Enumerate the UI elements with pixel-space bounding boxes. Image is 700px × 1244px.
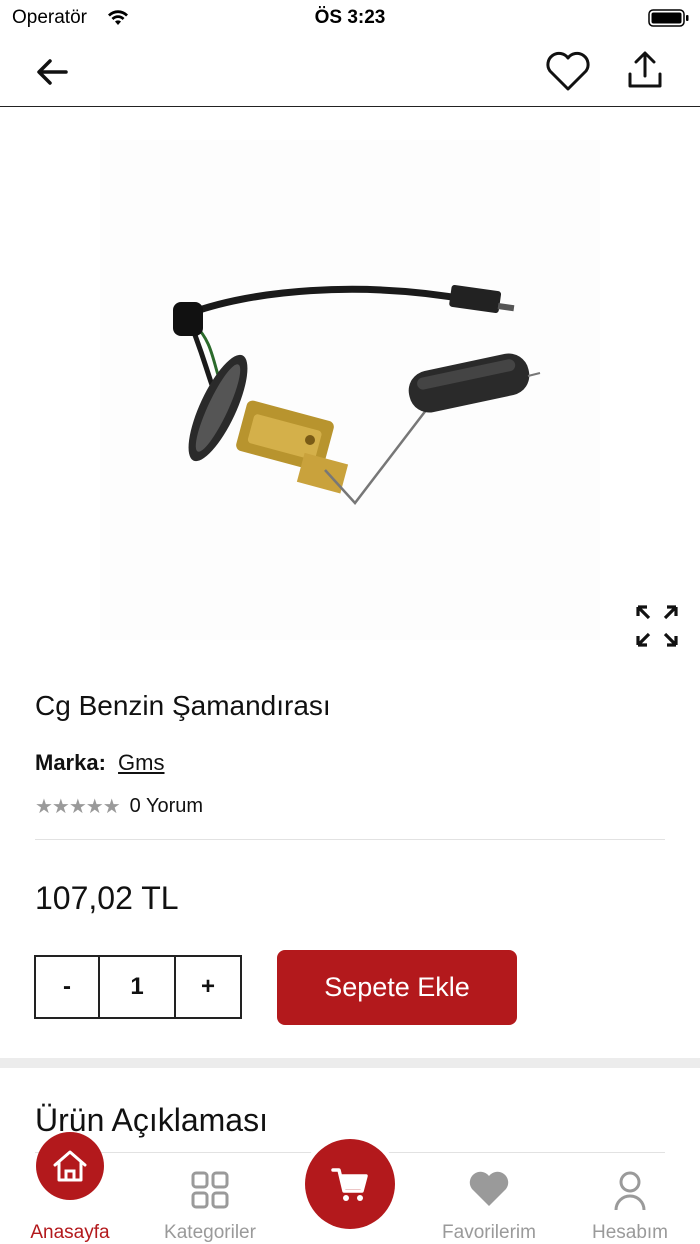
shopping-cart-icon [331, 1168, 368, 1201]
product-image[interactable] [100, 140, 600, 640]
home-icon-badge [36, 1132, 104, 1200]
clock: ÖS 3:23 [314, 7, 386, 28]
quantity-value[interactable]: 1 [100, 957, 176, 1017]
product-title: Cg Benzin Şamandırası [35, 690, 331, 721]
tab-label: Anasayfa [30, 1222, 110, 1243]
cart-button[interactable] [300, 1134, 400, 1234]
rating-stars: ★★★★★ [35, 796, 121, 818]
favorite-button[interactable] [544, 50, 592, 94]
tab-label: Kategoriler [164, 1222, 256, 1243]
rating-row[interactable]: ★★★★★ 0 Yorum [35, 794, 203, 819]
home-icon [53, 1150, 87, 1182]
review-count[interactable]: 0 Yorum [130, 795, 203, 818]
brand-link[interactable]: Gms [118, 750, 164, 775]
user-icon [614, 1171, 646, 1211]
heart-outline-icon [546, 51, 590, 91]
arrow-left-icon [37, 59, 68, 85]
divider [35, 839, 665, 840]
quantity-decrease-button[interactable]: - [36, 957, 100, 1017]
share-button[interactable] [622, 48, 668, 94]
grid-icon [191, 1171, 229, 1209]
quantity-stepper: - 1 + [34, 955, 242, 1019]
product-price: 107,02 TL [35, 880, 179, 916]
tab-favorites[interactable]: Favorilerim [428, 1160, 550, 1244]
tab-account[interactable]: Hesabım [580, 1160, 680, 1244]
brand-row: Marka: Gms [35, 750, 165, 776]
status-bar: Operatör ÖS 3:23 [0, 0, 700, 36]
tab-label: Favorilerim [442, 1222, 536, 1243]
tab-home[interactable]: Anasayfa [20, 1132, 120, 1244]
share-upload-icon [628, 51, 662, 88]
expand-image-button[interactable] [634, 603, 680, 649]
back-button[interactable] [30, 52, 78, 92]
nav-bar [0, 36, 700, 107]
tab-label: Hesabım [591, 1222, 669, 1243]
battery-icon [648, 9, 689, 27]
fuel-float-sensor-photo [173, 285, 541, 505]
cart-button-circle [305, 1139, 395, 1229]
heart-icon [469, 1171, 509, 1206]
section-separator [0, 1058, 700, 1068]
brand-label: Marka: [35, 750, 106, 775]
fullscreen-expand-icon [636, 605, 678, 647]
add-to-cart-button[interactable]: Sepete Ekle [277, 950, 517, 1025]
quantity-increase-button[interactable]: + [176, 957, 240, 1017]
tab-categories[interactable]: Kategoriler [150, 1160, 270, 1244]
